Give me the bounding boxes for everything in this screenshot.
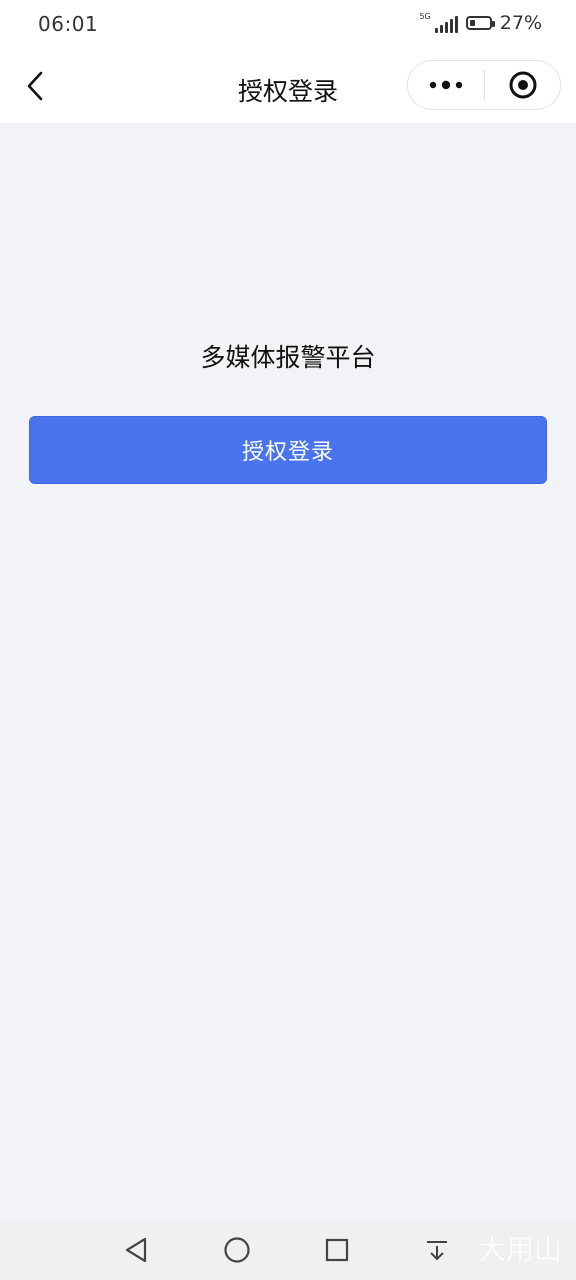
cellular-signal-icon: 5G	[419, 12, 458, 33]
network-type-label: 5G	[419, 12, 431, 21]
system-back-button[interactable]	[120, 1234, 152, 1266]
target-circle-icon	[509, 71, 536, 99]
system-home-button[interactable]	[221, 1234, 253, 1266]
system-download-button[interactable]	[421, 1234, 453, 1266]
home-circle-icon	[224, 1237, 250, 1263]
battery-icon	[465, 16, 495, 30]
battery-percentage: 27%	[499, 12, 542, 34]
navigation-bar: 授权登录	[0, 50, 576, 123]
app-title: 多媒体报警平台	[200, 343, 376, 372]
main-content: 多媒体报警平台 授权登录	[0, 123, 576, 1220]
battery-fill	[469, 20, 475, 26]
mini-program-capsule	[407, 60, 561, 110]
back-triangle-icon	[125, 1237, 147, 1263]
download-icon	[427, 1241, 447, 1261]
watermark: 大用山	[477, 1233, 562, 1266]
status-time: 06:01	[38, 12, 99, 36]
system-navigation-bar: 大用山	[0, 1220, 576, 1280]
more-dots-icon	[429, 80, 463, 90]
authorize-login-button[interactable]: 授权登录	[29, 416, 547, 484]
more-button[interactable]	[408, 61, 484, 109]
status-bar: 06:01 5G 27%	[0, 0, 576, 50]
status-indicators: 5G 27%	[419, 12, 542, 34]
recent-square-icon	[325, 1238, 349, 1262]
close-mini-program-button[interactable]	[485, 61, 560, 109]
system-recents-button[interactable]	[321, 1234, 353, 1266]
